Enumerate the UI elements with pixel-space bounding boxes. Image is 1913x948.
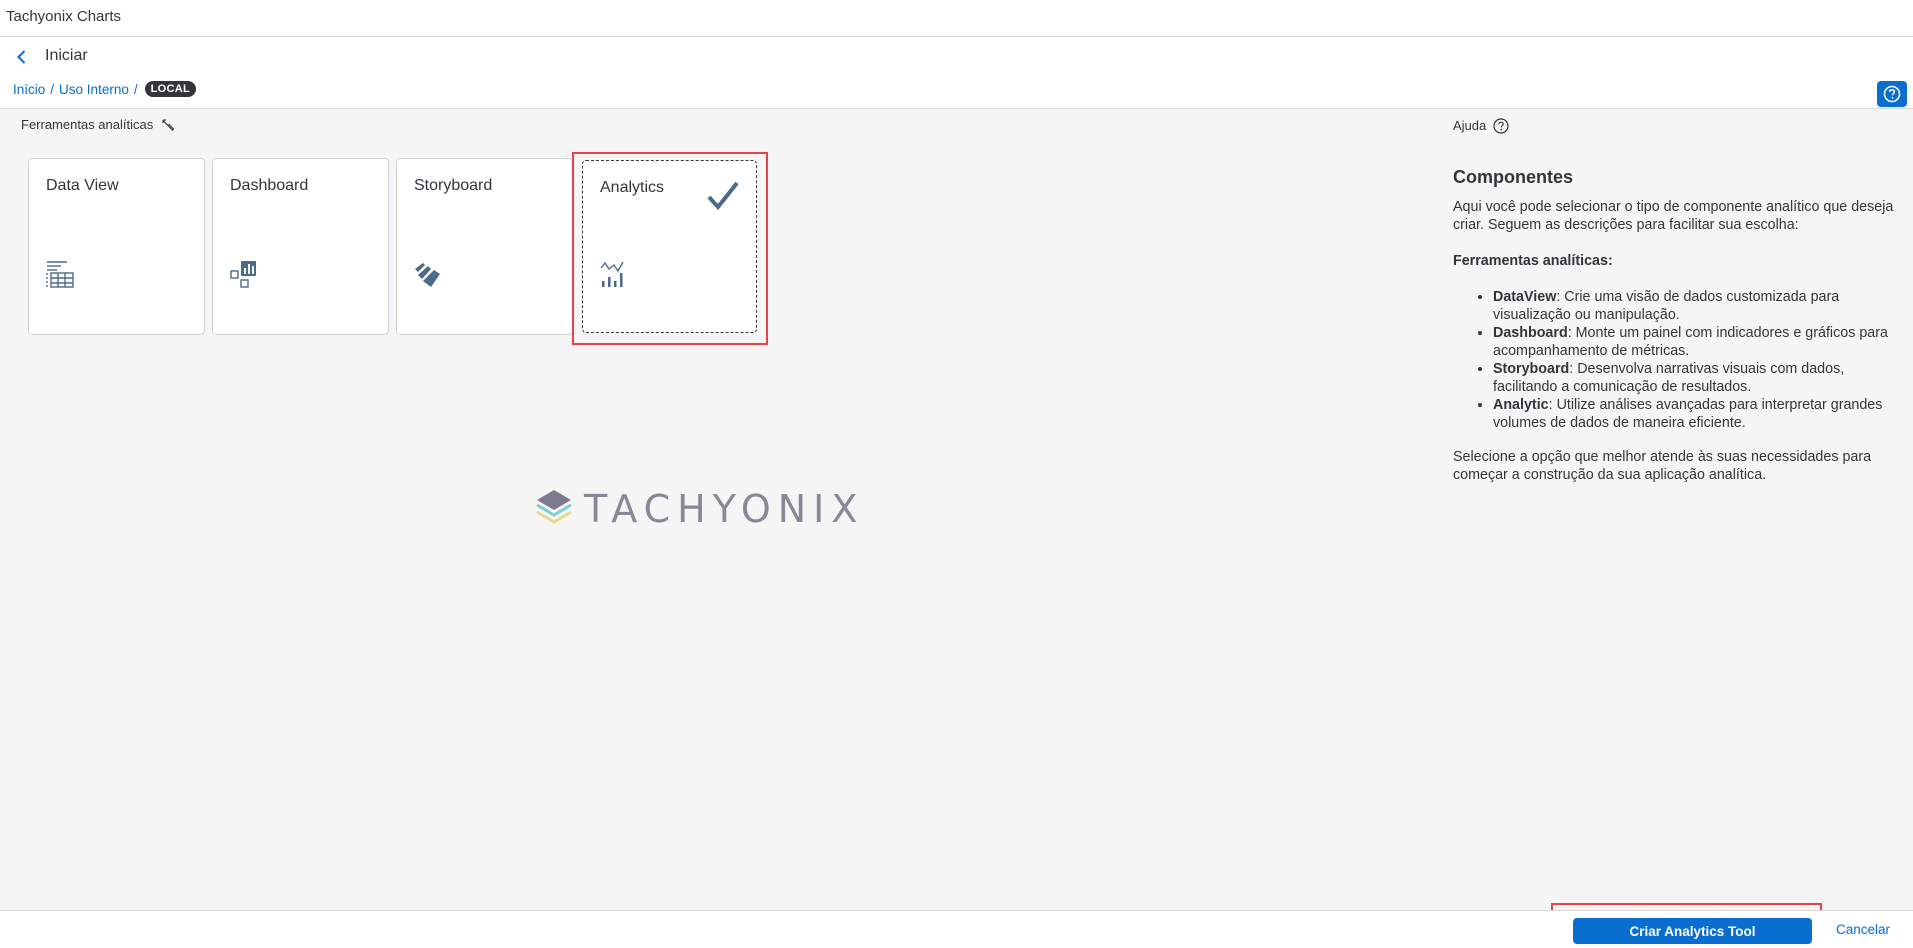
checkmark-icon [707, 181, 739, 211]
cancel-button[interactable]: Cancelar [1836, 922, 1890, 937]
storyboard-icon [415, 263, 440, 287]
help-label: Ajuda [1453, 118, 1487, 133]
help-title: Componentes [1453, 167, 1574, 187]
help-panel: Ajuda Componentes Aqui você pode selecio… [1453, 117, 1898, 502]
question-circle-icon [1883, 85, 1901, 103]
app-title: Tachyonix Charts [6, 8, 122, 25]
list-item: Storyboard: Desenvolva narrativas visuai… [1493, 360, 1898, 396]
table-list-icon [46, 261, 74, 288]
breadcrumb-home-link[interactable]: Início [13, 82, 45, 97]
help-subtitle: Ferramentas analíticas: [1453, 253, 1613, 269]
list-item: Analytic: Utilize análises avançadas par… [1493, 396, 1898, 432]
app-titlebar: Tachyonix Charts [0, 0, 1913, 37]
help-desc: : Utilize análises avançadas para interp… [1493, 397, 1883, 431]
wrench-icon [162, 118, 175, 131]
breadcrumb-separator: / [50, 81, 55, 97]
tile-analytics[interactable]: Analytics [582, 160, 757, 333]
back-button[interactable] [12, 47, 32, 67]
page-title: Iniciar [45, 47, 88, 64]
breadcrumb-separator: / [133, 81, 138, 97]
tile-dashboard[interactable]: Dashboard [212, 158, 389, 335]
breadcrumb-section-link[interactable]: Uso Interno [59, 82, 129, 97]
help-term: DataView [1493, 289, 1557, 305]
tile-label: Dashboard [230, 177, 309, 194]
environment-badge: LOCAL [144, 81, 196, 97]
line-bar-chart-icon [600, 261, 624, 287]
tile-label: Storyboard [414, 177, 493, 194]
tile-label: Data View [46, 177, 119, 194]
breadcrumb: Início / Uso Interno / LOCAL [13, 81, 196, 97]
help-term: Analytic [1493, 397, 1549, 413]
tile-data-view[interactable]: Data View [28, 158, 205, 335]
tile-storyboard[interactable]: Storyboard [396, 158, 573, 335]
tools-section-label: Ferramentas analíticas [21, 117, 175, 132]
page-header: Iniciar Início / Uso Interno / LOCAL [0, 37, 1913, 109]
list-item: Dashboard: Monte um painel com indicador… [1493, 324, 1898, 360]
tile-label: Analytics [600, 179, 665, 196]
help-intro: Aqui você pode selecionar o tipo de comp… [1453, 199, 1894, 233]
tools-section-title: Ferramentas analíticas [21, 117, 154, 132]
help-list: DataView: Crie uma visão de dados custom… [1493, 288, 1898, 432]
dashboard-icon [230, 261, 256, 288]
help-closing: Selecione a opção que melhor atende às s… [1453, 449, 1872, 483]
chevron-left-icon [17, 50, 26, 64]
help-header: Ajuda [1453, 117, 1898, 135]
tachyonix-logo: TACHYONIX [534, 487, 864, 531]
help-term: Dashboard [1493, 325, 1568, 341]
help-term: Storyboard [1493, 361, 1570, 377]
logo-wordmark: TACHYONIX [584, 487, 865, 531]
list-item: DataView: Crie uma visão de dados custom… [1493, 288, 1898, 324]
question-circle-icon[interactable] [1493, 118, 1509, 134]
layers-logo-icon [536, 490, 572, 524]
help-button[interactable] [1877, 81, 1907, 107]
create-analytics-tool-button[interactable]: Criar Analytics Tool [1573, 918, 1812, 944]
